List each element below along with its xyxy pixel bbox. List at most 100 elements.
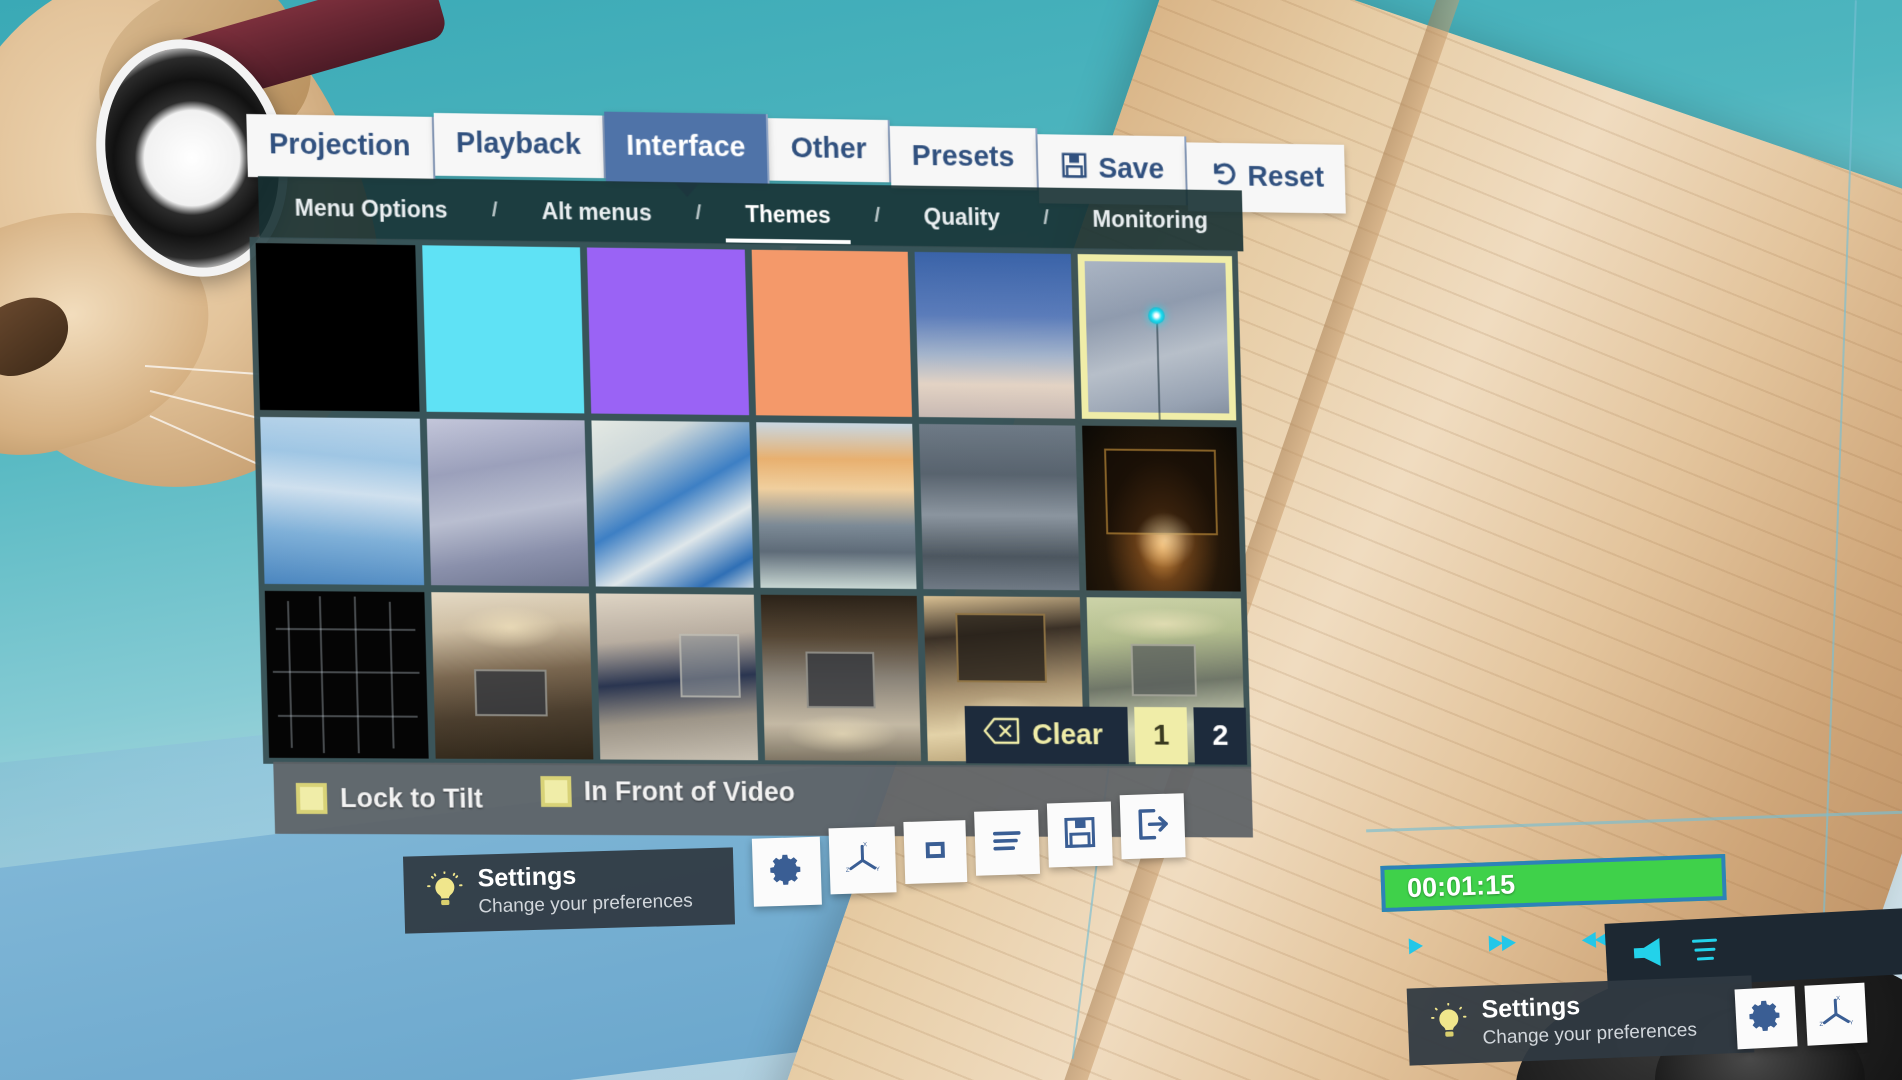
backspace-delete-icon xyxy=(983,717,1021,753)
checkbox-box[interactable] xyxy=(295,782,328,814)
tab-projection-label: Projection xyxy=(268,128,411,163)
thumbnail-detail xyxy=(785,714,899,755)
theme-thumbnail-selected[interactable] xyxy=(1077,254,1237,421)
lightbulb-icon xyxy=(1429,1002,1469,1047)
settings-tooltip: Settings Change your preferences xyxy=(402,847,736,934)
thumbnail-detail xyxy=(273,671,420,674)
theme-thumbnail[interactable] xyxy=(751,249,913,417)
quick-toolbar: X Y Z xyxy=(751,793,1186,907)
lightbulb-icon xyxy=(425,870,464,916)
theme-thumbnail[interactable] xyxy=(426,418,589,587)
thumbnail-detail xyxy=(459,605,563,650)
tooltip-subtitle: Change your preferences xyxy=(478,890,694,918)
theme-grid: Clear 1 2 xyxy=(249,236,1252,769)
grid-footer: Clear 1 2 xyxy=(965,705,1248,765)
theme-thumbnail[interactable] xyxy=(591,420,754,588)
toolbar-screen-button[interactable] xyxy=(903,820,968,885)
thumbnail-detail xyxy=(287,601,294,748)
tab-presets[interactable]: Presets xyxy=(889,125,1039,191)
subnav-separator: / xyxy=(695,201,702,225)
fast-forward-icon[interactable] xyxy=(1485,930,1520,962)
subnav-separator: / xyxy=(491,198,498,222)
subnav-item-monitoring[interactable]: Monitoring xyxy=(1086,201,1214,237)
subnav-item-menu-options[interactable]: Menu Options xyxy=(288,190,454,227)
tooltip-text-block: Settings Change your preferences xyxy=(1481,989,1697,1050)
menu-lines-icon xyxy=(988,822,1025,864)
subnav-item-themes[interactable]: Themes xyxy=(739,196,837,232)
theme-thumbnail[interactable] xyxy=(260,416,424,586)
tab-projection[interactable]: Projection xyxy=(246,113,436,180)
checkbox-lock-to-tilt[interactable]: Lock to Tilt xyxy=(295,782,484,814)
thumbnail-detail xyxy=(1098,607,1230,642)
svg-text:Z: Z xyxy=(846,867,850,873)
thumbnail-detail xyxy=(955,612,1048,683)
toolbar-settings-button[interactable] xyxy=(751,836,822,907)
tab-save-label: Save xyxy=(1097,152,1165,185)
clear-button[interactable]: Clear xyxy=(965,705,1129,765)
thumbnail-detail xyxy=(474,669,549,716)
thumbnail-detail xyxy=(389,601,395,749)
settings-tooltip-secondary: Settings Change your preferences xyxy=(1406,975,1755,1066)
theme-thumbnail[interactable] xyxy=(421,245,585,414)
theme-thumbnail[interactable] xyxy=(1081,425,1241,592)
checkbox-in-front-of-video[interactable]: In Front of Video xyxy=(539,775,796,808)
subnav-item-quality[interactable]: Quality xyxy=(917,199,1006,235)
tab-reset-label: Reset xyxy=(1247,160,1325,194)
tab-playback[interactable]: Playback xyxy=(433,112,606,179)
toolbar-menu-button[interactable] xyxy=(974,809,1041,876)
theme-thumbnail[interactable] xyxy=(264,590,429,759)
tab-other[interactable]: Other xyxy=(768,118,892,183)
square-icon xyxy=(917,831,954,873)
svg-text:X: X xyxy=(1836,995,1840,1001)
tab-interface-label: Interface xyxy=(625,129,746,164)
theme-thumbnail[interactable] xyxy=(914,251,1075,419)
theme-thumbnail[interactable] xyxy=(595,593,758,761)
gear-icon xyxy=(1747,996,1785,1039)
theme-thumbnail[interactable] xyxy=(755,422,917,590)
thumbnail-detail xyxy=(1133,511,1197,569)
toolbar-orientation-button[interactable]: X Y Z xyxy=(828,826,897,895)
svg-text:X: X xyxy=(863,842,867,848)
theme-thumbnail[interactable] xyxy=(760,594,922,762)
checkbox-lock-to-tilt-label: Lock to Tilt xyxy=(339,782,484,814)
theme-thumbnail[interactable] xyxy=(255,243,420,412)
megaphone-icon[interactable] xyxy=(1629,934,1677,975)
axes-xyz-icon: X Y Z xyxy=(1817,993,1855,1036)
subnav-separator: / xyxy=(874,203,881,227)
theme-thumbnail[interactable] xyxy=(919,423,1080,591)
svg-text:Y: Y xyxy=(1849,1020,1853,1026)
page-button-2[interactable]: 2 xyxy=(1193,707,1248,765)
thumbnail-detail xyxy=(805,651,876,708)
settings-panel: Projection Playback Interface Other Pres… xyxy=(246,104,1347,897)
toolbar-save-button[interactable] xyxy=(1046,801,1113,868)
thumbnail-detail xyxy=(277,714,418,718)
tab-presets-label: Presets xyxy=(911,140,1015,174)
tooltip-title: Settings xyxy=(477,861,577,893)
play-icon[interactable] xyxy=(1402,933,1429,965)
clear-button-label: Clear xyxy=(1031,718,1104,751)
thumbnail-detail xyxy=(354,596,361,754)
theme-thumbnail[interactable] xyxy=(586,247,749,416)
vr-pointer-ray xyxy=(1156,314,1161,420)
thumbnail-detail xyxy=(678,633,741,698)
subnav-separator: / xyxy=(1043,206,1050,230)
toolbar-exit-button[interactable] xyxy=(1119,793,1186,860)
theme-thumbnail[interactable] xyxy=(430,592,594,760)
tab-playback-label: Playback xyxy=(455,127,582,161)
subnav-item-alt-menus[interactable]: Alt menus xyxy=(535,194,658,230)
checkbox-box[interactable] xyxy=(539,775,572,807)
toolbar-settings-button-secondary[interactable] xyxy=(1734,986,1798,1050)
tooltip-text-block: Settings Change your preferences xyxy=(477,860,693,919)
tab-other-label: Other xyxy=(790,132,868,166)
toolbar-orientation-button-secondary[interactable]: X Y Z xyxy=(1804,982,1868,1046)
timer-label: 00:01:15 xyxy=(1406,868,1516,903)
sound-waves-icon xyxy=(1689,933,1725,970)
checkbox-in-front-of-video-label: In Front of Video xyxy=(583,775,796,807)
vr-cursor-dot xyxy=(1148,307,1166,325)
page-button-1[interactable]: 1 xyxy=(1134,706,1189,765)
thumbnail-detail xyxy=(319,596,326,754)
thumbnail-detail xyxy=(275,627,416,631)
quick-toolbar-secondary: X Y Z xyxy=(1734,982,1868,1050)
svg-text:Y: Y xyxy=(876,866,880,872)
tab-interface[interactable]: Interface xyxy=(603,111,771,185)
